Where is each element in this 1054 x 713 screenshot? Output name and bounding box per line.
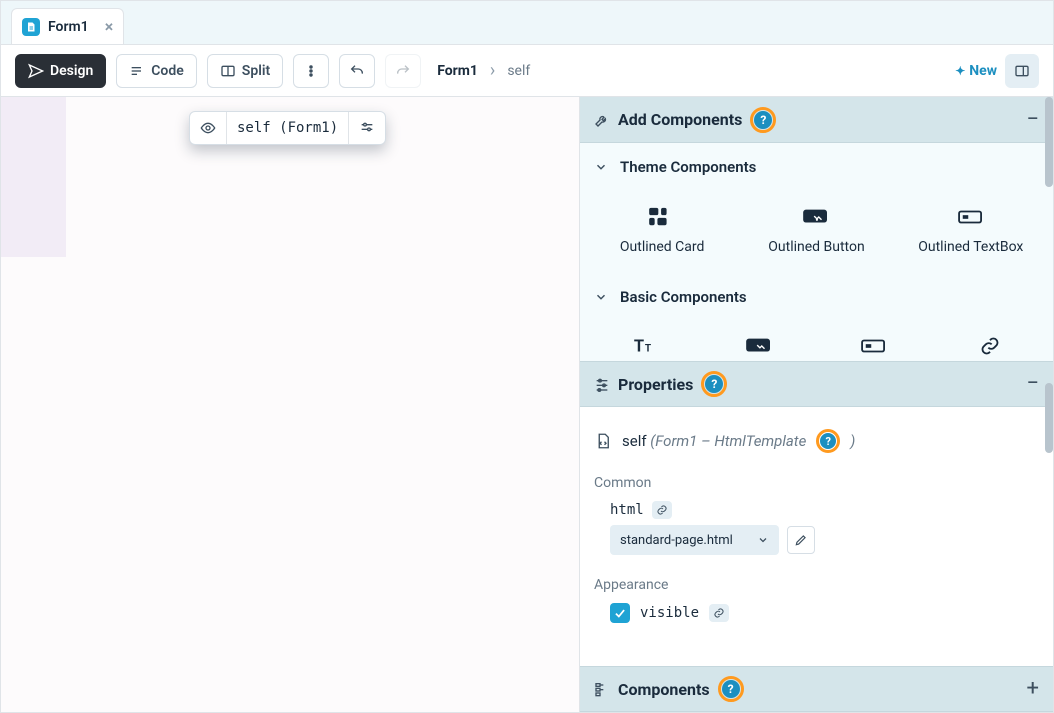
close-icon[interactable]: × <box>105 19 114 35</box>
link-icon <box>974 335 1006 357</box>
add-components-header[interactable]: Add Components ? − <box>580 97 1053 143</box>
edit-button[interactable] <box>787 526 815 554</box>
prop-label: visible <box>640 605 699 621</box>
sliders-icon <box>594 376 610 392</box>
help-button[interactable]: ? <box>816 429 840 453</box>
textbox-icon <box>858 335 890 357</box>
theme-components-toggle[interactable]: Theme Components <box>580 143 1053 191</box>
more-menu-button[interactable] <box>293 54 329 88</box>
app-root: Form1 × Design Code Split Form1 › se <box>0 0 1054 713</box>
tab-title: Form1 <box>48 19 89 35</box>
chevron-right-icon: › <box>490 60 495 81</box>
basic-components-grid: TT <box>580 321 1053 361</box>
svg-text:T: T <box>634 338 644 357</box>
button-icon <box>800 205 832 229</box>
binding-icon[interactable] <box>652 501 672 519</box>
tab-bar: Form1 × <box>1 1 1053 45</box>
component-link[interactable] <box>937 335 1043 357</box>
scrollbar[interactable] <box>1045 97 1053 187</box>
help-button[interactable]: ? <box>701 371 727 397</box>
theme-components-grid: Outlined Card Outlined Button Outlined T… <box>580 191 1053 273</box>
element-type: (Form1 – HtmlTemplate <box>650 432 806 450</box>
component-button[interactable] <box>706 335 812 357</box>
textbox-icon <box>955 205 987 229</box>
section-title: Components <box>618 680 710 699</box>
card-icon <box>646 205 678 229</box>
scrollbar[interactable] <box>1045 383 1053 453</box>
element-name: self <box>622 432 647 450</box>
collapse-icon[interactable]: − <box>1026 373 1039 395</box>
component-label: Outlined Button <box>768 239 864 255</box>
prop-visible-row: visible <box>610 603 1039 623</box>
components-header[interactable]: Components ? + <box>580 666 1053 712</box>
form-icon <box>22 18 40 36</box>
properties-body: self (Form1 – HtmlTemplate ? ) Common ht… <box>580 407 1053 641</box>
component-label: Outlined Card <box>620 239 705 255</box>
split-button[interactable]: Split <box>207 54 283 88</box>
new-button[interactable]: ✦ New <box>955 63 997 79</box>
file-code-icon <box>594 432 612 450</box>
right-panel: Add Components ? − Theme Components Outl… <box>579 97 1053 712</box>
component-text[interactable]: TT <box>590 335 696 357</box>
canvas-decoration <box>1 97 66 257</box>
basic-components-toggle[interactable]: Basic Components <box>580 273 1053 321</box>
prop-label: html <box>610 502 644 518</box>
selection-label[interactable]: self (Form1) <box>226 112 348 144</box>
preview-button[interactable] <box>190 112 226 144</box>
html-value-select[interactable]: standard-page.html <box>610 525 779 555</box>
settings-button[interactable] <box>348 112 385 144</box>
design-canvas[interactable]: self (Form1) <box>1 97 579 712</box>
dropdown-value: standard-page.html <box>620 533 733 548</box>
element-type-close: ) <box>850 432 855 450</box>
group-appearance: Appearance <box>594 577 1039 593</box>
group-common: Common <box>594 475 1039 491</box>
binding-icon[interactable] <box>709 604 729 622</box>
section-title: Add Components <box>618 110 742 129</box>
design-label: Design <box>50 63 93 79</box>
new-label: New <box>969 63 997 79</box>
help-button[interactable]: ? <box>718 676 744 702</box>
section-title: Properties <box>618 375 693 394</box>
help-button[interactable]: ? <box>750 107 776 133</box>
toolbar: Design Code Split Form1 › self ✦ New <box>1 45 1053 97</box>
tree-icon <box>594 681 610 697</box>
subhead-label: Theme Components <box>620 158 756 176</box>
html-dropdown: standard-page.html <box>610 525 1039 555</box>
visible-checkbox[interactable] <box>610 603 630 623</box>
wrench-icon <box>594 112 610 128</box>
chevron-down-icon <box>594 290 608 304</box>
text-icon: TT <box>627 335 659 357</box>
breadcrumb: Form1 › self <box>437 60 530 81</box>
chevron-down-icon <box>594 160 608 174</box>
chevron-down-icon <box>757 534 769 546</box>
svg-text:T: T <box>645 344 652 355</box>
code-label: Code <box>151 63 184 79</box>
component-outlined-card[interactable]: Outlined Card <box>590 205 734 255</box>
component-outlined-textbox[interactable]: Outlined TextBox <box>899 205 1043 255</box>
sparkle-icon: ✦ <box>955 64 965 78</box>
split-label: Split <box>242 63 270 79</box>
button-icon <box>743 335 775 357</box>
component-textbox[interactable] <box>822 335 928 357</box>
component-label: Outlined TextBox <box>918 239 1023 255</box>
undo-button[interactable] <box>339 54 375 88</box>
design-button[interactable]: Design <box>15 54 106 88</box>
tab-form1[interactable]: Form1 × <box>11 8 124 44</box>
selected-element-id: self (Form1 – HtmlTemplate ? ) <box>594 419 1039 467</box>
code-button[interactable]: Code <box>116 54 197 88</box>
subhead-label: Basic Components <box>620 288 747 306</box>
redo-button[interactable] <box>385 54 421 88</box>
prop-html-row: html <box>610 501 1039 519</box>
main: self (Form1) Add Components ? − Theme Co… <box>1 97 1053 712</box>
component-outlined-button[interactable]: Outlined Button <box>744 205 888 255</box>
properties-header[interactable]: Properties ? − <box>580 361 1053 407</box>
breadcrumb-form1[interactable]: Form1 <box>437 63 478 79</box>
selection-toolbar: self (Form1) <box>189 111 386 145</box>
expand-icon[interactable]: + <box>1027 678 1039 700</box>
panel-toggle-button[interactable] <box>1005 54 1039 88</box>
breadcrumb-self[interactable]: self <box>507 63 530 79</box>
collapse-icon[interactable]: − <box>1026 109 1039 131</box>
